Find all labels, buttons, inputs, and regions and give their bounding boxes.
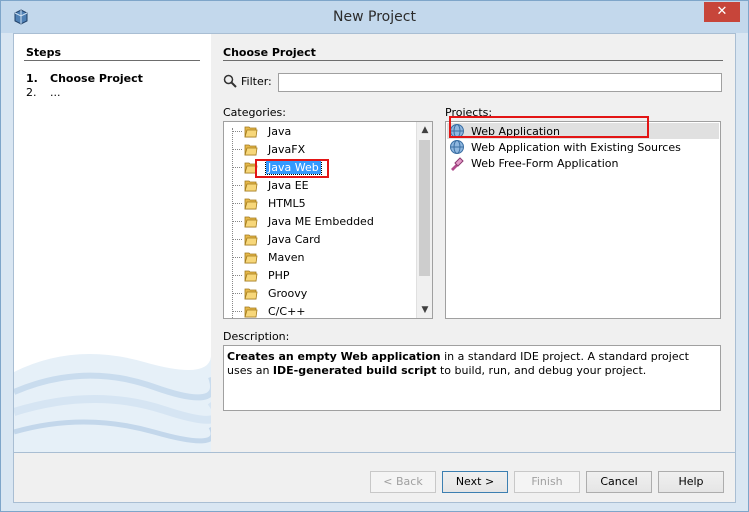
folder-icon [244,216,258,227]
project-item-web-free-form[interactable]: Web Free-Form Application [447,155,719,171]
step-label: ... [50,86,61,99]
folder-icon [244,198,258,209]
help-button[interactable]: Help [658,471,724,493]
folder-icon [244,270,258,281]
scroll-up-arrow-icon[interactable]: ▲ [417,122,432,138]
categories-scrollbar[interactable]: ▲ ▼ [416,122,432,318]
tree-branch [232,130,242,132]
back-button[interactable]: < Back [370,471,436,493]
scroll-down-arrow-icon[interactable]: ▼ [417,302,432,318]
folder-icon [244,234,258,245]
folder-icon [244,126,258,137]
folder-icon [244,306,258,317]
finish-button[interactable]: Finish [514,471,580,493]
steps-divider [24,60,200,61]
dialog-body: Steps 1. Choose Project 2.... Choose Proj… [13,33,736,503]
freeform-project-icon [451,157,464,171]
category-item-java[interactable]: Java [232,123,293,139]
category-item-java-me-embedded[interactable]: Java ME Embedded [232,213,376,229]
category-item-php[interactable]: PHP [232,267,292,283]
category-item-groovy[interactable]: Groovy [232,285,309,301]
category-label: Maven [268,250,305,264]
category-label: Java [268,124,292,138]
category-item-java-ee[interactable]: Java EE [232,177,311,193]
category-item-c-c-[interactable]: C/C++ [232,303,308,318]
globe-icon [450,140,464,154]
tree-branch [232,256,242,258]
category-label: PHP [268,268,290,282]
search-icon [223,74,237,88]
category-label: HTML5 [268,196,306,210]
category-label: JavaFX [268,142,306,156]
steps-panel: Steps 1. Choose Project 2.... [14,34,211,452]
new-project-window: New Project ✕ Steps 1. Choose Project 2..… [0,0,749,512]
steps-title: Steps [26,46,62,59]
tree-branch [232,220,242,222]
tree-branch [232,166,242,168]
tree-branch [232,274,242,276]
window-title: New Project [333,9,416,25]
projects-list[interactable]: Web Application Web Application with Exi… [445,121,721,319]
category-label: Java EE [268,178,309,192]
description-bold-1: Creates an empty Web application [227,350,441,363]
project-label: Web Free-Form Application [471,156,619,170]
filter-input[interactable] [278,73,722,92]
footer-divider [14,452,735,453]
title-bar[interactable]: New Project ✕ [1,1,748,33]
step-next: 2.... [26,86,61,99]
choose-project-panel: Choose Project Filter: Categories: Proje… [223,34,733,452]
step-number: 1. [26,72,38,85]
description-bold-2: IDE-generated build script [272,364,437,377]
tree-branch [232,238,242,240]
folder-icon [244,252,258,263]
tree-branch [232,184,242,186]
project-label: Web Application with Existing Sources [471,140,681,154]
category-label: Java ME Embedded [268,214,374,228]
folder-icon [244,180,258,191]
category-item-maven[interactable]: Maven [232,249,306,265]
tree-branch [232,202,242,204]
highlight-box-java-web [255,159,329,178]
cancel-button[interactable]: Cancel [586,471,652,493]
panel-title: Choose Project [223,46,316,59]
step-choose-project: 1. Choose Project [26,72,143,85]
project-item-web-application-existing[interactable]: Web Application with Existing Sources [447,139,719,155]
step-label: Choose Project [50,72,143,85]
description-text-2: to build, run, and debug your project. [436,364,647,377]
folder-icon [244,144,258,155]
tree-branch [232,310,242,312]
panel-divider [223,60,723,61]
folder-icon [244,288,258,299]
categories-label: Categories: [223,106,286,119]
description-label: Description: [223,330,290,343]
decorative-wave-graphic [14,352,211,452]
next-button[interactable]: Next > [442,471,508,493]
highlight-box-web-application [449,116,649,138]
category-label: C/C++ [268,304,306,318]
category-label: Java Card [268,232,321,246]
category-item-javafx[interactable]: JavaFX [232,141,307,157]
tree-branch [232,148,242,150]
description-box: Creates an empty Web application in a st… [223,345,721,411]
close-icon: ✕ [716,4,728,19]
category-label: Groovy [268,286,308,300]
close-button[interactable]: ✕ [704,2,740,22]
tree-branch [232,292,242,294]
categories-tree[interactable]: Java JavaFX Java Web Java EE HTML5 Java ME Em… [223,121,433,319]
step-number: 2. [26,86,37,99]
category-item-java-card[interactable]: Java Card [232,231,322,247]
scroll-thumb[interactable] [419,140,430,276]
filter-label: Filter: [241,75,272,88]
category-item-html5[interactable]: HTML5 [232,195,308,211]
